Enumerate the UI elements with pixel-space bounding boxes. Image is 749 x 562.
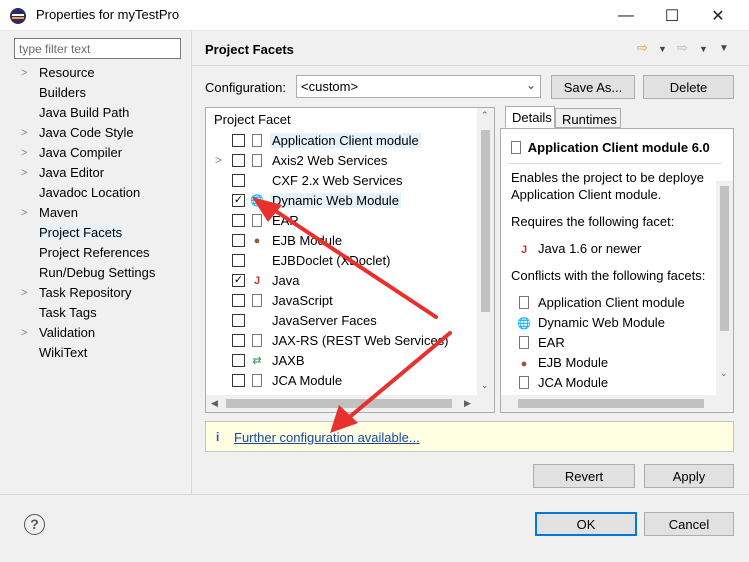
annotation-arrowhead (330, 405, 358, 433)
tab-details[interactable]: Details (505, 106, 555, 128)
annotation-arrow-line (344, 331, 452, 422)
annotation-arrow-line (266, 204, 438, 319)
annotation-arrowhead (252, 197, 282, 222)
annotation-arrows (252, 197, 452, 433)
